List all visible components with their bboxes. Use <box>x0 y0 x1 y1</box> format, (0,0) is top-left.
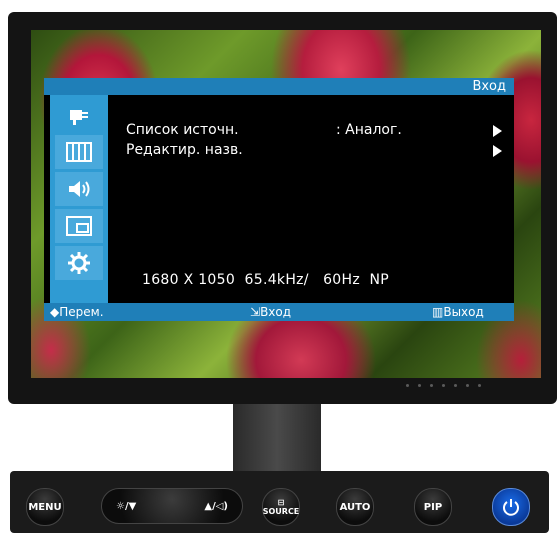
resolution-info: 1680 X 1050 65.4kHz/ 60Hz NP <box>142 272 389 288</box>
power-button[interactable] <box>492 488 530 526</box>
monitor-stand-neck <box>233 404 321 474</box>
auto-button[interactable]: AUTO <box>336 488 374 526</box>
footer-enter: ⇲Вход <box>250 305 292 319</box>
osd-tab-pip[interactable] <box>55 209 103 243</box>
brightness-icon: ☼ <box>116 500 125 512</box>
footer-exit: ▥Выход <box>432 305 484 319</box>
menu-bars-icon: ▥ <box>432 305 444 319</box>
pip-icon <box>66 216 92 236</box>
adjust-buttons[interactable]: ☼/▼ ▲/◁) <box>101 488 243 524</box>
osd-title: Вход <box>472 79 506 94</box>
source-icon: ⊟ <box>277 498 285 507</box>
volume-icon: ◁) <box>215 500 228 512</box>
sound-icon <box>69 181 90 197</box>
osd-footer: ◆Перем. ⇲Вход ▥Выход <box>44 303 514 321</box>
osd-sidebar <box>50 95 108 303</box>
osd-tab-setup[interactable] <box>55 246 103 280</box>
source-button[interactable]: ⊟ SOURCE <box>262 488 300 526</box>
osd-tab-sound[interactable] <box>55 172 103 206</box>
move-icon: ◆ <box>50 305 60 319</box>
arrow-right-icon <box>493 145 502 157</box>
enter-icon: ⇲ <box>250 305 261 319</box>
menu-item-edit-name[interactable]: Редактир. назв. <box>126 141 506 159</box>
up-volume-button[interactable]: ▲/◁) <box>204 501 228 512</box>
menu-item-label: Редактир. назв. <box>126 142 243 158</box>
menu-button[interactable]: MENU <box>26 488 64 526</box>
bezel-indicator-dots <box>406 384 481 387</box>
power-icon <box>503 499 519 516</box>
input-icon <box>70 110 88 125</box>
menu-item-label: Список источн. <box>126 122 239 138</box>
osd-title-bar: Вход <box>44 78 514 95</box>
arrow-right-icon <box>493 125 502 137</box>
osd-content: Список источн. : Аналог. Редактир. назв.… <box>108 95 514 303</box>
footer-move: ◆Перем. <box>50 305 104 319</box>
menu-item-source-list[interactable]: Список источн. : Аналог. <box>126 121 506 139</box>
brightness-down-button[interactable]: ☼/▼ <box>116 501 136 512</box>
osd-tab-input[interactable] <box>55 98 103 132</box>
picture-icon <box>66 142 92 162</box>
pip-button[interactable]: PIP <box>414 488 452 526</box>
setup-icon <box>68 252 90 274</box>
osd-tab-picture[interactable] <box>55 135 103 169</box>
menu-item-value: : Аналог. <box>336 122 402 138</box>
osd-menu: Вход Список источн.: Аналог. Редактир. … <box>44 78 514 321</box>
